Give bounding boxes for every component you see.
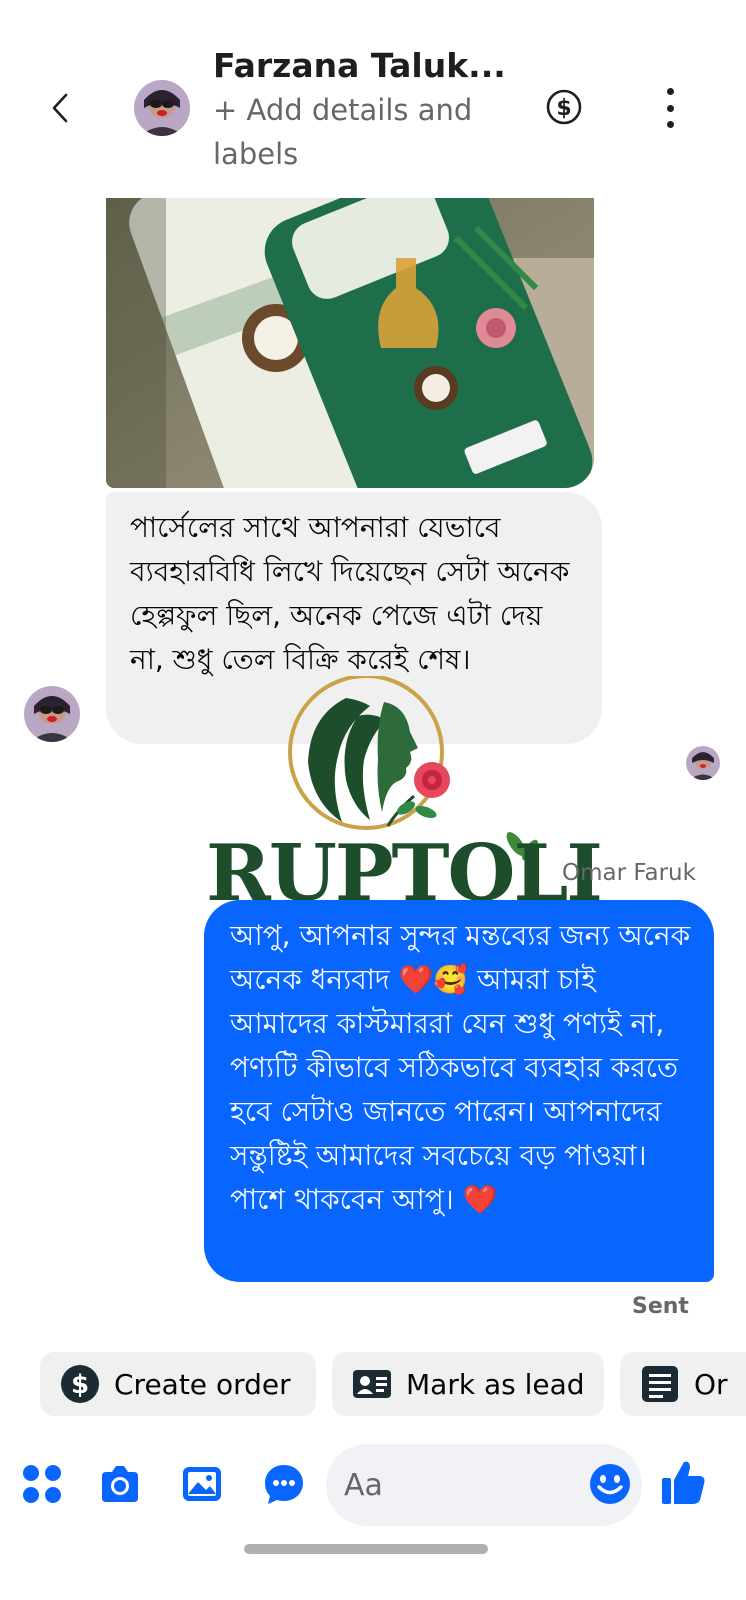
emoji-button[interactable]	[588, 1462, 632, 1506]
camera-icon	[102, 1466, 138, 1502]
like-button[interactable]	[660, 1458, 706, 1506]
chat-extensions-button[interactable]	[262, 1462, 306, 1506]
dollar-circle-icon: $	[546, 89, 582, 125]
seen-indicator-avatar	[686, 746, 720, 780]
sent-status: Sent	[632, 1294, 689, 1319]
message-author: Omar Faruk	[562, 860, 696, 886]
svg-text:$: $	[556, 96, 571, 121]
mark-as-lead-chip[interactable]: Mark as lead	[332, 1352, 604, 1416]
chevron-left-icon	[52, 93, 68, 123]
message-input[interactable]	[342, 1466, 586, 1504]
more-options-button[interactable]	[658, 88, 682, 128]
dollar-circle-icon: $	[61, 1365, 99, 1403]
camera-button[interactable]	[98, 1462, 142, 1506]
svg-text:$: $	[71, 1370, 89, 1400]
create-order-chip[interactable]: $ Create order	[40, 1352, 316, 1416]
mark-as-lead-label: Mark as lead	[406, 1367, 585, 1401]
thumbs-up-icon	[662, 1461, 705, 1504]
back-button[interactable]	[40, 84, 80, 132]
list-document-icon	[642, 1366, 678, 1402]
outgoing-message-bubble[interactable]: আপু, আপনার সুন্দর মন্তব্যের জন্য অনেক অন…	[204, 900, 714, 1282]
apps-grid-icon	[23, 1465, 61, 1503]
orders-chip[interactable]: Or	[620, 1352, 746, 1416]
smiley-icon	[590, 1464, 630, 1504]
apps-button[interactable]	[20, 1462, 64, 1506]
contact-name[interactable]: Farzana Taluk...	[213, 46, 506, 85]
chat-bubble-icon	[265, 1465, 303, 1504]
sender-avatar[interactable]	[24, 686, 80, 742]
create-order-label: Create order	[114, 1367, 291, 1401]
gallery-button[interactable]	[180, 1462, 224, 1506]
shared-photo[interactable]	[106, 198, 594, 488]
contact-card-icon	[353, 1370, 391, 1398]
gallery-icon	[183, 1467, 221, 1501]
home-indicator	[244, 1544, 488, 1554]
contact-avatar[interactable]	[134, 80, 190, 136]
orders-label: Or	[694, 1367, 728, 1401]
payment-button[interactable]: $	[545, 88, 583, 126]
add-details-link[interactable]: + Add details and labels	[213, 88, 513, 176]
more-vertical-icon	[666, 88, 674, 95]
